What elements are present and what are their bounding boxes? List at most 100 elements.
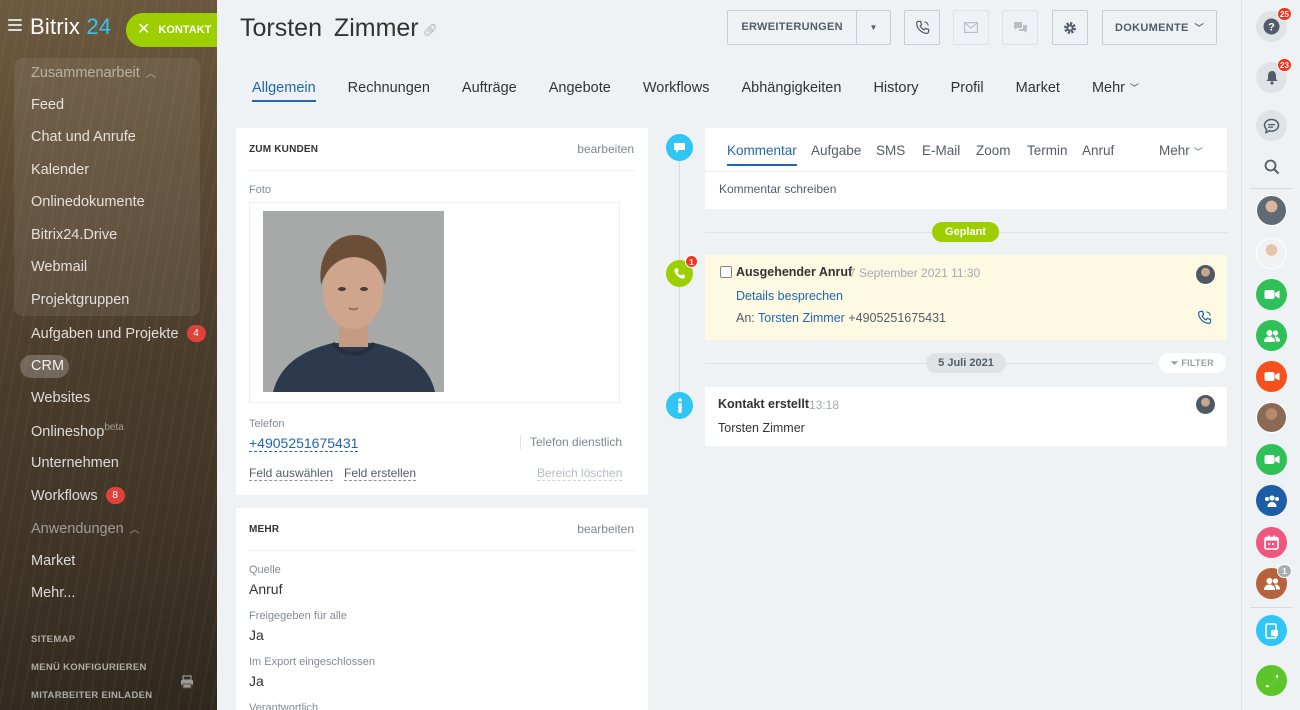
open-lines-button[interactable]	[1256, 615, 1287, 646]
email-button[interactable]	[953, 10, 989, 45]
sidebar-item-webmail[interactable]: Webmail	[31, 259, 87, 275]
activity-subject-link[interactable]: Details besprechen	[736, 289, 843, 303]
question-icon: ?	[1263, 18, 1280, 35]
edit-link[interactable]: bearbeiten	[577, 522, 634, 536]
tab-orders[interactable]: Aufträge	[462, 80, 517, 102]
calendar-chat-button[interactable]	[1256, 527, 1287, 558]
sidebar-item-feed[interactable]: Feed	[31, 97, 64, 113]
field-label: Verantwortlich	[249, 702, 319, 710]
sidebar-item-crm[interactable]: CRM	[20, 355, 69, 378]
select-field-link[interactable]: Feld auswählen	[249, 466, 334, 481]
sidebar-item-onlineshop[interactable]: Onlineshopbeta	[31, 422, 124, 440]
extensions-dropdown[interactable]: ERWEITERUNGEN ▼	[727, 10, 891, 45]
timeline-filter-button[interactable]: ⏷ FILTER	[1159, 353, 1226, 373]
sidebar-item-tasks[interactable]: Aufgaben und Projekte 4	[31, 325, 206, 342]
tab-profile[interactable]: Profil	[951, 80, 984, 102]
recent-chat-avatar[interactable]	[1256, 195, 1287, 226]
documents-dropdown[interactable]: DOKUMENTE ﹀	[1102, 10, 1217, 45]
chevron-up-icon: ︿	[145, 69, 156, 80]
editor-tab-meeting[interactable]: Termin	[1027, 143, 1068, 158]
field-label: Im Export eingeschlossen	[249, 656, 375, 668]
editor-tab-sms[interactable]: SMS	[876, 143, 905, 158]
configure-menu-link[interactable]: MENÜ KONFIGURIEREN	[31, 662, 147, 673]
gear-icon	[1064, 21, 1076, 34]
delete-section-link[interactable]: Bereich löschen	[537, 466, 623, 481]
edit-link[interactable]: bearbeiten	[577, 142, 634, 156]
photo-field[interactable]	[249, 202, 620, 403]
tab-workflows[interactable]: Workflows	[643, 80, 710, 102]
phone-call-icon[interactable]	[1197, 310, 1212, 325]
create-contact-button[interactable]: ✕ KONTAKT	[126, 13, 217, 47]
chevron-down-icon: ﹀	[1194, 23, 1204, 33]
chat-button[interactable]	[1002, 10, 1038, 45]
field-value: Anruf	[249, 581, 283, 597]
sidebar-item-websites[interactable]: Websites	[31, 390, 90, 406]
responsible-avatar[interactable]	[1196, 265, 1215, 284]
complete-checkbox[interactable]	[720, 266, 732, 278]
sidebar-item-company[interactable]: Unternehmen	[31, 455, 119, 471]
tab-quotes[interactable]: Angebote	[549, 80, 611, 102]
printer-icon[interactable]	[180, 675, 194, 689]
recent-chat-avatar[interactable]	[1256, 402, 1287, 433]
sidebar-item-more[interactable]: Mehr...	[31, 585, 75, 601]
phone-number-link[interactable]: +4905251675431	[249, 435, 359, 452]
calendar-icon	[1264, 535, 1279, 550]
sidebar-item-workflows[interactable]: Workflows 8	[31, 487, 125, 504]
editor-tab-task[interactable]: Aufgabe	[811, 143, 861, 158]
tab-invoices[interactable]: Rechnungen	[348, 80, 430, 102]
video-chat-button[interactable]	[1256, 444, 1287, 475]
tab-general[interactable]: Allgemein	[252, 80, 316, 102]
editor-tab-more[interactable]: Mehr ﹀	[1159, 143, 1203, 158]
app-logo[interactable]: Bitrix 24	[30, 14, 111, 40]
caret-down-icon[interactable]: ▼	[857, 23, 890, 32]
sitemap-link[interactable]: SITEMAP	[31, 634, 75, 645]
entry-time: 13:18	[809, 398, 840, 412]
link-icon[interactable]: 🔗︎	[423, 23, 438, 37]
settings-button[interactable]	[1052, 10, 1088, 45]
recipient-link[interactable]: Torsten Zimmer	[758, 311, 845, 325]
field-label: Quelle	[249, 564, 281, 576]
menu-icon[interactable]	[8, 19, 22, 31]
tab-more[interactable]: Mehr ﹀	[1092, 80, 1139, 102]
tab-history[interactable]: History	[873, 80, 918, 102]
group-chat-button[interactable]: 1	[1256, 564, 1292, 599]
editor-tab-zoom[interactable]: Zoom	[976, 143, 1011, 158]
close-icon: ✕	[137, 21, 151, 38]
group-chat-button[interactable]	[1256, 320, 1287, 351]
sidebar-item-calendar[interactable]: Kalender	[31, 162, 89, 178]
call-button[interactable]	[904, 10, 940, 45]
invite-users-link[interactable]: MITARBEITER EINLADEN	[31, 690, 152, 701]
search-icon	[1264, 159, 1279, 174]
video-conference-button[interactable]	[1256, 361, 1287, 392]
tab-dependencies[interactable]: Abhängigkeiten	[741, 80, 841, 102]
sidebar-item-market[interactable]: Market	[31, 553, 75, 569]
create-field-link[interactable]: Feld erstellen	[344, 466, 417, 481]
sidebar-item-project-groups[interactable]: Projektgruppen	[31, 292, 129, 308]
search-button[interactable]	[1256, 151, 1287, 182]
editor-tab-call[interactable]: Anruf	[1082, 143, 1114, 158]
document-phone-icon	[1264, 622, 1278, 639]
right-toolbar: ? 25 23 1	[1241, 0, 1300, 710]
notifications-button[interactable]: 23	[1256, 58, 1292, 93]
sidebar-item-applications[interactable]: Anwendungen ︿	[31, 521, 140, 537]
comment-input[interactable]: Kommentar schreiben	[719, 182, 836, 196]
author-avatar[interactable]	[1196, 395, 1215, 414]
workgroup-chat-button[interactable]	[1256, 485, 1287, 516]
help-button[interactable]: ? 25	[1256, 7, 1292, 42]
sidebar-item-chat[interactable]: Chat und Anrufe	[31, 129, 136, 145]
group-icon	[1264, 494, 1279, 507]
video-chat-button[interactable]	[1256, 279, 1287, 310]
sidebar-item-drive[interactable]: Bitrix24.Drive	[31, 227, 117, 243]
messenger-button[interactable]	[1256, 110, 1287, 141]
sidebar-group-title[interactable]: Zusammenarbeit ︿	[31, 65, 156, 81]
telephony-button[interactable]	[1256, 665, 1287, 696]
sidebar-item-online-docs[interactable]: Onlinedokumente	[31, 194, 145, 210]
recent-chat-avatar[interactable]	[1256, 238, 1287, 269]
editor-tab-email[interactable]: E-Mail	[922, 143, 960, 158]
tab-market[interactable]: Market	[1016, 80, 1060, 102]
sidebar-header: Bitrix 24 ✕ KONTAKT	[0, 0, 217, 58]
help-badge: 25	[1277, 7, 1292, 21]
phone-icon	[1265, 674, 1278, 687]
entry-title: Kontakt erstellt	[718, 397, 809, 411]
editor-tab-comment[interactable]: Kommentar	[727, 143, 797, 166]
